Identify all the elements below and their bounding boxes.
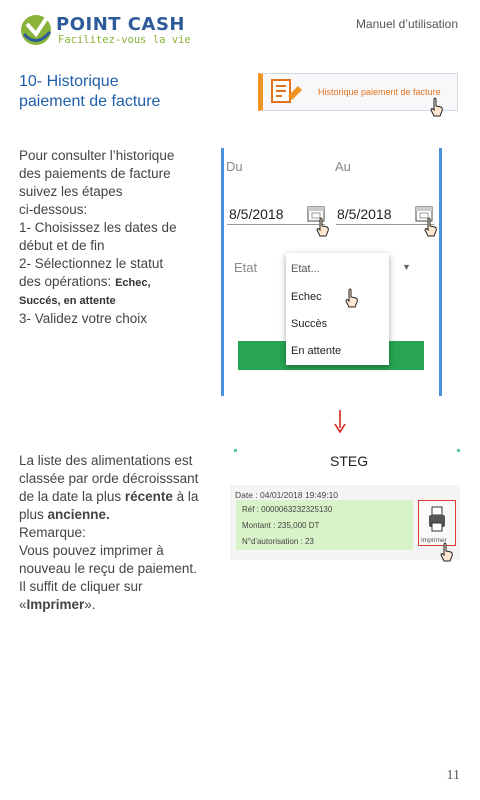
instruction-line: des paiements de facture — [19, 166, 171, 181]
screen-border — [221, 148, 224, 396]
status-label: Etat — [234, 260, 258, 275]
status-list-inline: Echec, — [115, 277, 151, 289]
explanation-line: «Imprimer». — [19, 597, 96, 612]
history-date: Date : 04/01/2018 19:49:10 — [235, 490, 339, 500]
hand-pointer-icon — [440, 542, 453, 562]
status-dropdown[interactable]: Etat... Echec Succès En attente — [286, 253, 389, 365]
invoice-history-icon — [271, 79, 302, 103]
history-ref: Réf : 0000063232325130 — [242, 505, 333, 514]
explanation-line: Remarque: — [19, 525, 86, 540]
hand-pointer-icon — [345, 288, 358, 308]
brand-name: POINT CASH — [56, 14, 185, 35]
history-details: Réf : 0000063232325130 Montant : 235,000… — [236, 500, 413, 550]
explanation-line: Vous pouvez imprimer à — [19, 543, 164, 558]
input-underline — [336, 224, 434, 225]
explanation-line: plus ancienne. — [19, 507, 110, 522]
manual-label: Manuel d’utilisation — [355, 17, 458, 31]
dropdown-option-succes[interactable]: Succès — [291, 318, 327, 330]
history-screen-title: STEG — [330, 453, 369, 469]
divider — [234, 449, 237, 452]
instruction-line: 2- Sélectionnez le statut — [19, 256, 164, 271]
instruction-line: des opérations: Echec, — [19, 274, 151, 289]
dropdown-option-placeholder[interactable]: Etat... — [291, 263, 320, 275]
hand-pointer-icon — [424, 217, 437, 237]
instruction-line: début et de fin — [19, 238, 105, 253]
explanation-line: La liste des alimentations est — [19, 453, 193, 468]
history-auth: N°d'autorisation : 23 — [242, 537, 314, 546]
from-label: Du — [226, 159, 243, 174]
dropdown-option-echec[interactable]: Echec — [291, 291, 322, 303]
hand-pointer-icon — [430, 97, 443, 117]
input-underline — [227, 224, 325, 225]
instructions-text: Pour consulter l’historique des paiement… — [19, 147, 199, 328]
section-title: 10- Historique paiement de facture — [19, 72, 219, 112]
instruction-line: suivez les étapes — [19, 184, 123, 199]
explanation-line: classée par orde décroisssant — [19, 471, 199, 486]
history-menu-label: Historique paiement de facture — [318, 87, 441, 97]
status-list: Succés, en attente — [19, 295, 116, 307]
chevron-down-icon[interactable]: ▼ — [402, 262, 411, 272]
arrow-down-icon — [334, 410, 346, 434]
to-label: Au — [335, 159, 351, 174]
explanation-line: nouveau le reçu de paiement. — [19, 561, 197, 576]
divider — [457, 449, 460, 452]
instruction-line: Pour consulter l’historique — [19, 148, 175, 163]
explanation-text: La liste des alimentations est classée p… — [19, 452, 229, 614]
printer-icon[interactable] — [427, 505, 447, 535]
explanation-line: de la date la plus récente à la — [19, 489, 199, 504]
section-title-line2: paiement de facture — [19, 93, 161, 110]
section-title-line1: 10- Historique — [19, 73, 119, 90]
instruction-line: 1- Choisissez les dates de — [19, 220, 177, 235]
brand-tagline: Facilitez-vous la vie — [58, 34, 191, 46]
explanation-line: Il suffit de cliquer sur — [19, 579, 143, 594]
to-date-input[interactable]: 8/5/2018 — [337, 206, 392, 222]
screen-border — [439, 148, 442, 396]
hand-pointer-icon — [316, 217, 329, 237]
dropdown-option-en-attente[interactable]: En attente — [291, 345, 341, 357]
instruction-step3: 3- Validez votre choix — [19, 311, 148, 326]
page-number: 11 — [446, 768, 460, 783]
from-date-input[interactable]: 8/5/2018 — [229, 206, 284, 222]
instruction-line: ci-dessous: — [19, 202, 88, 217]
history-amount: Montant : 235,000 DT — [242, 521, 320, 530]
